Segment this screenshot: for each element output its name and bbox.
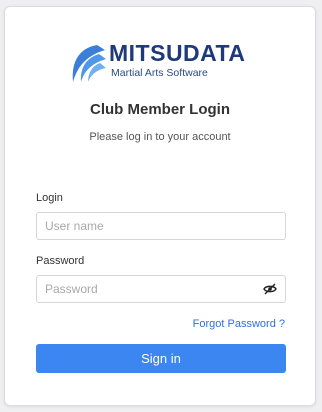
password-visibility-toggle[interactable] <box>254 275 286 303</box>
brand-tagline: Martial Arts Software <box>111 67 208 79</box>
page-title: Club Member Login <box>90 101 230 118</box>
login-card: MITSUDATA Martial Arts Software Club Mem… <box>4 6 316 406</box>
swoosh-logo-icon <box>72 45 106 82</box>
password-input[interactable] <box>36 275 255 303</box>
username-input[interactable] <box>36 212 286 240</box>
password-label: Password <box>36 255 85 267</box>
page-subtitle: Please log in to your account <box>89 131 231 143</box>
logo: MITSUDATA Martial Arts Software <box>69 40 259 90</box>
forgot-password-link[interactable]: Forgot Password ? <box>193 318 285 330</box>
sign-in-button[interactable]: Sign in <box>36 344 286 373</box>
brand-name: MITSUDATA <box>109 40 246 66</box>
eye-slash-icon <box>262 283 277 295</box>
login-label: Login <box>36 192 63 204</box>
